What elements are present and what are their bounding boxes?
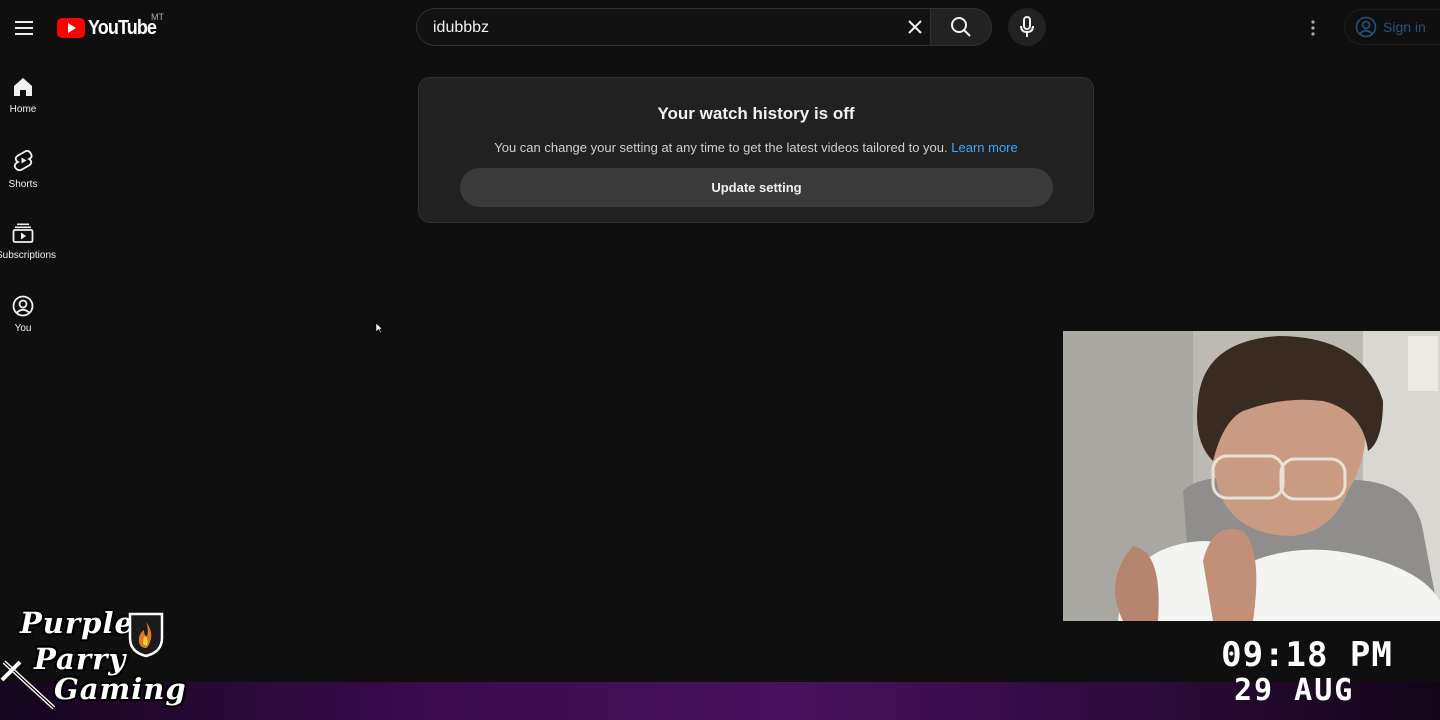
channel-logo-line-3: Gaming <box>54 672 187 706</box>
sidebar-item-subscriptions[interactable]: Subscriptions <box>0 216 56 276</box>
subscriptions-icon <box>12 223 34 243</box>
you-icon <box>12 295 34 317</box>
card-title: Your watch history is off <box>657 104 855 123</box>
home-icon <box>14 78 32 96</box>
youtube-play-icon <box>57 18 85 38</box>
learn-more-link[interactable]: Learn more <box>951 140 1017 155</box>
update-setting-button[interactable]: Update setting <box>460 168 1053 207</box>
guide-menu-button[interactable] <box>4 8 44 48</box>
sidebar-item-label: Subscriptions <box>0 250 57 261</box>
sign-in-button[interactable]: Sign in <box>1344 9 1440 45</box>
hamburger-menu-icon <box>15 21 33 35</box>
sword-icon <box>0 660 56 710</box>
youtube-logo[interactable]: YouTube <box>57 14 164 42</box>
clear-search-button[interactable] <box>898 10 932 44</box>
stream-clock: 09:18 PM 29 AUG <box>1212 636 1402 708</box>
webcam-person-image <box>1063 331 1440 621</box>
sidebar-item-label: Home <box>9 104 37 115</box>
settings-menu-button[interactable] <box>1298 12 1328 44</box>
watch-history-off-card: Your watch history is off You can change… <box>418 77 1094 223</box>
webcam-feed <box>1063 331 1440 621</box>
region-code: MT <box>151 12 164 22</box>
sidebar-item-you[interactable]: You <box>0 289 46 349</box>
channel-logo-line-1: Purple <box>20 606 134 640</box>
shorts-icon <box>13 149 33 172</box>
clock-time: 09:18 PM <box>1221 635 1393 675</box>
search-input[interactable] <box>431 9 885 47</box>
clock-date: 29 AUG <box>1234 673 1355 708</box>
channel-logo: Purple Parry Gaming <box>0 604 186 716</box>
card-message: You can change your setting at any time … <box>419 140 1093 155</box>
close-icon <box>908 20 922 34</box>
logo-wordmark: YouTube <box>88 16 157 39</box>
card-message-text: You can change your setting at any time … <box>494 140 948 155</box>
search-icon <box>951 17 971 37</box>
account-circle-icon <box>1355 16 1377 38</box>
sidebar-item-shorts[interactable]: Shorts <box>0 143 46 203</box>
mouse-cursor-icon <box>375 322 383 334</box>
microphone-icon <box>1020 16 1034 37</box>
flame-shield-icon <box>128 612 164 658</box>
sidebar-item-label: You <box>14 323 32 334</box>
masthead: YouTube MT Sign i <box>0 0 1440 56</box>
more-vertical-icon <box>1311 20 1315 36</box>
sign-in-label: Sign in <box>1383 19 1426 35</box>
voice-search-button[interactable] <box>1008 8 1046 46</box>
sidebar-item-home[interactable]: Home <box>0 70 46 130</box>
search-button[interactable] <box>930 8 992 46</box>
search-box <box>416 8 930 47</box>
sidebar-item-label: Shorts <box>8 179 38 190</box>
